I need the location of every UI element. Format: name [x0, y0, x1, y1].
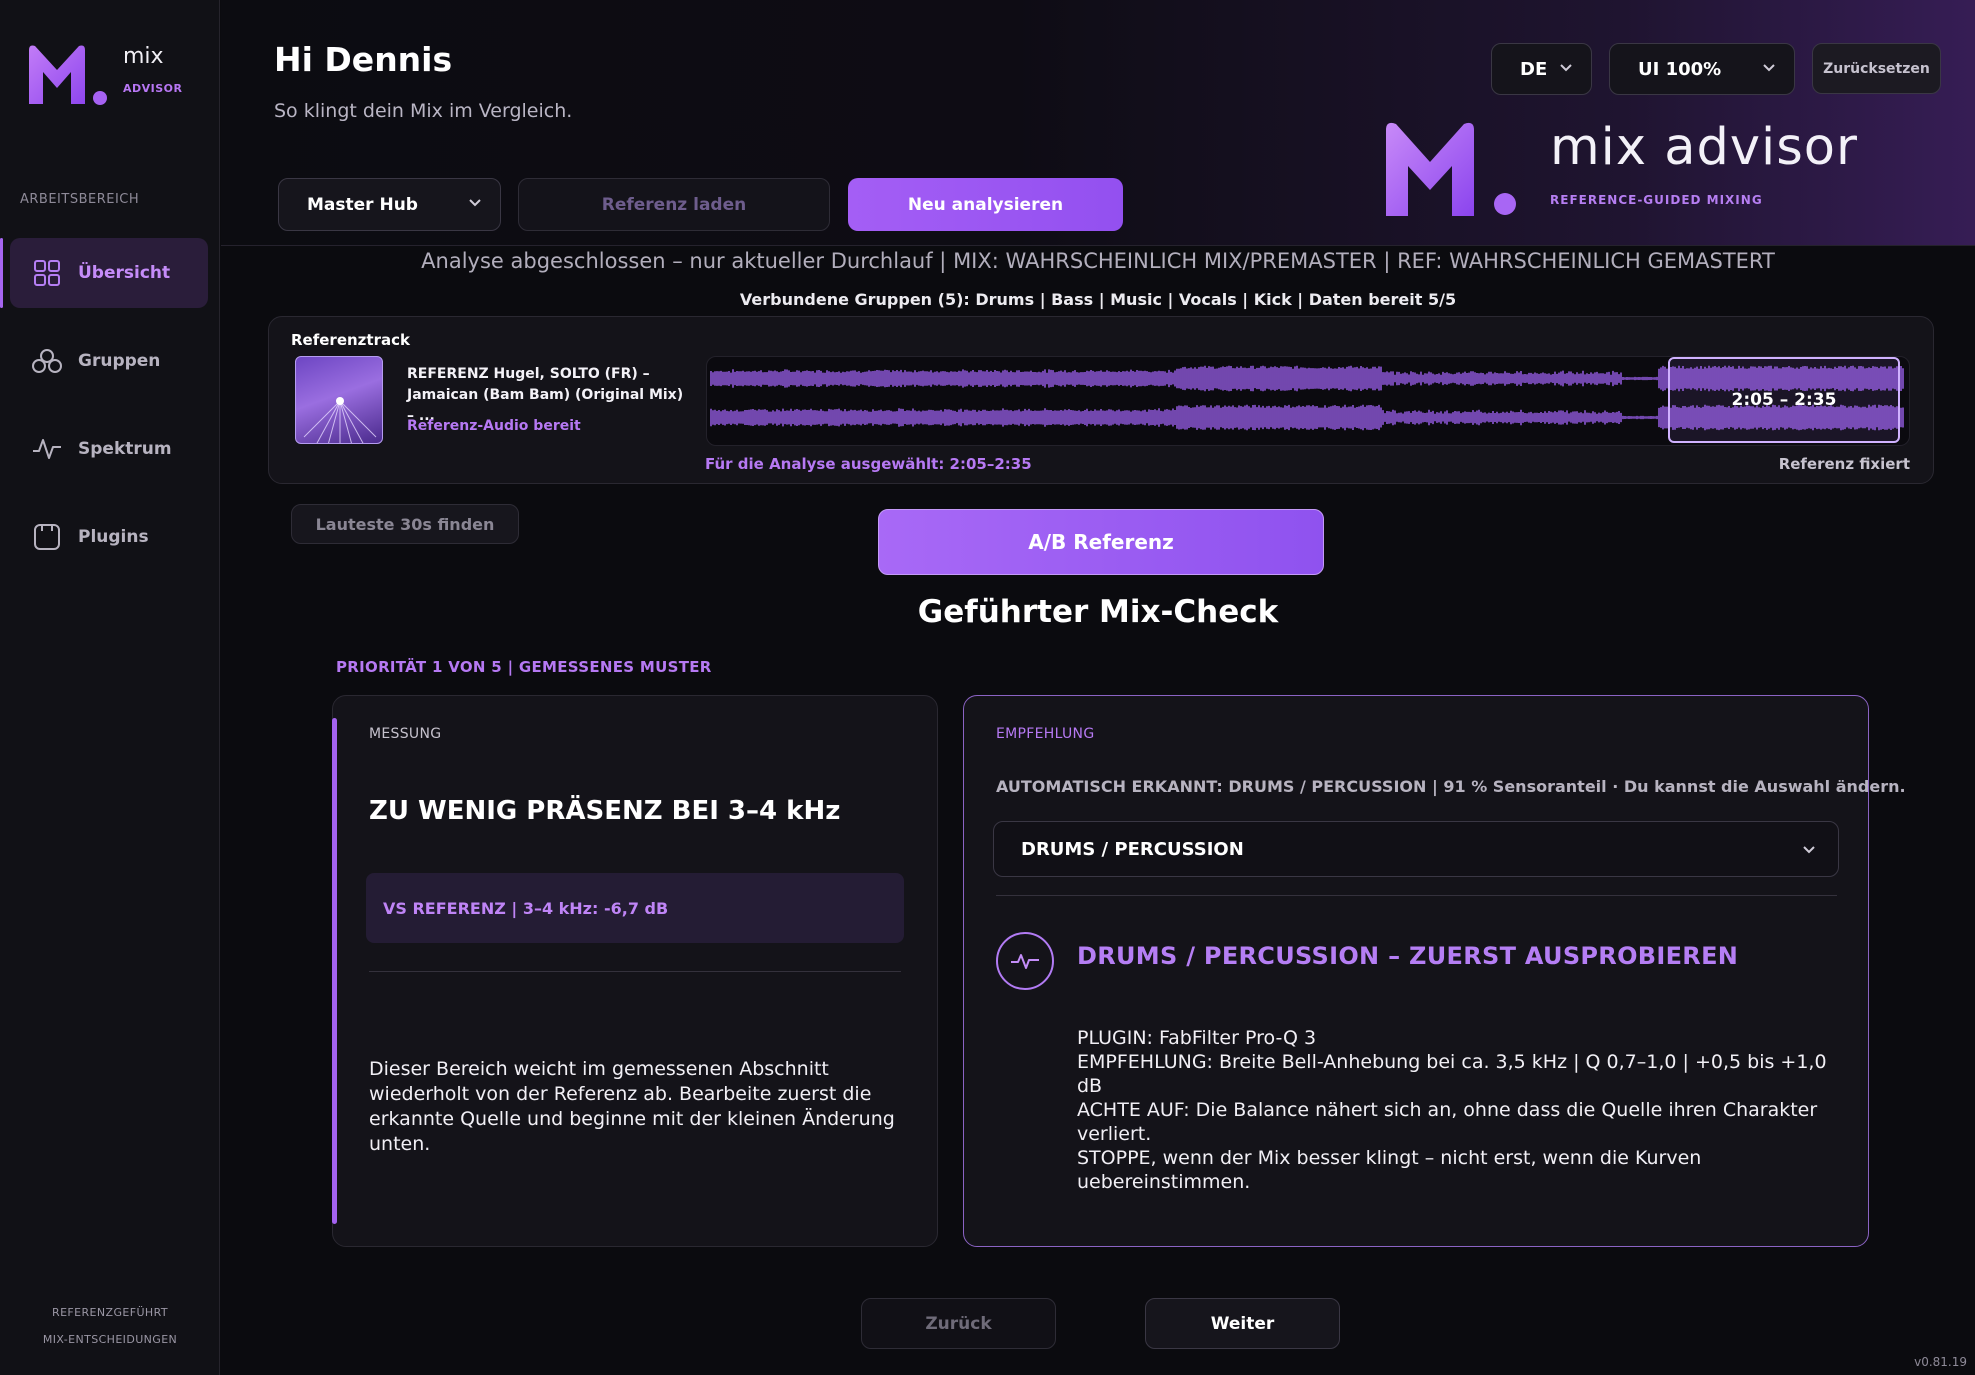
sidebar-item-label: Übersicht [78, 263, 171, 283]
back-button[interactable]: Zurück [861, 1298, 1056, 1349]
recommendation-empfehlung: EMPFEHLUNG: Breite Bell-Anhebung bei ca.… [1077, 1051, 1827, 1097]
measurement-title: ZU WENIG PRÄSENZ BEI 3–4 kHz [369, 796, 841, 826]
language-dropdown[interactable]: DE [1491, 43, 1592, 95]
find-loudest-button[interactable]: Lauteste 30s finden [291, 504, 519, 544]
selection-range-label: 2:05 – 2:35 [1731, 390, 1837, 410]
recommendation-title: DRUMS / PERCUSSION – ZUERST AUSPROBIEREN [1077, 942, 1739, 970]
recommendation-body: PLUGIN: FabFilter Pro-Q 3 EMPFEHLUNG: Br… [1077, 1026, 1837, 1194]
sidebar-section-label: ARBEITSBEREICH [20, 192, 140, 207]
measurement-accent-bar [332, 718, 337, 1224]
ab-reference-button[interactable]: A/B Referenz [878, 509, 1324, 575]
chevron-down-icon [1763, 64, 1775, 72]
sidebar-item-gruppen[interactable]: Gruppen [10, 326, 208, 396]
plugin-icon [32, 522, 62, 552]
greeting: Hi Dennis [274, 40, 453, 79]
priority-label: PRIORITÄT 1 VON 5 | GEMESSENES MUSTER [336, 658, 712, 676]
sidebar-footer-line1: REFERENZGEFÜHRT [52, 1306, 168, 1319]
sidebar-item-label: Spektrum [78, 439, 172, 459]
sidebar-item-uebersicht[interactable]: Übersicht [0, 238, 208, 308]
next-button[interactable]: Weiter [1145, 1298, 1340, 1349]
reset-button[interactable]: Zurücksetzen [1812, 43, 1941, 94]
brand-title: mix advisor [1550, 118, 1858, 177]
divider [369, 971, 901, 972]
reference-ready-status: Referenz-Audio bereit [407, 418, 581, 434]
sidebar-item-plugins[interactable]: Plugins [10, 502, 208, 572]
recommendation-achte: ACHTE AUF: Die Balance nähert sich an, o… [1077, 1099, 1818, 1145]
reanalyze-button[interactable]: Neu analysieren [848, 178, 1123, 231]
master-hub-dropdown[interactable]: Master Hub [278, 178, 501, 231]
source-select[interactable]: DRUMS / PERCUSSION [993, 821, 1839, 877]
guided-check-title: Geführter Mix-Check [917, 594, 1279, 630]
reference-fixed-status: Referenz fixiert [1778, 455, 1910, 473]
auto-detected-note: AUTOMATISCH ERKANNT: DRUMS / PERCUSSION … [996, 777, 1906, 796]
pulse-icon [996, 932, 1054, 990]
recommendation-stoppe: STOPPE, wenn der Mix besser klingt – nic… [1077, 1147, 1702, 1193]
album-cover-image [295, 356, 383, 444]
grid-icon [32, 258, 62, 288]
chevron-down-icon [469, 199, 481, 207]
version-label: v0.81.19 [1914, 1355, 1967, 1369]
sidebar-item-spektrum[interactable]: Spektrum [10, 414, 208, 484]
sidebar-item-label: Gruppen [78, 351, 161, 371]
recommendation-heading: EMPFEHLUNG [996, 726, 1095, 742]
brand-subtitle: REFERENCE-GUIDED MIXING [1550, 193, 1763, 207]
recommendation-plugin: PLUGIN: FabFilter Pro-Q 3 [1077, 1027, 1317, 1049]
logo-word: mix [123, 44, 164, 69]
mix-advisor-brand-logo-icon [1386, 122, 1516, 216]
waveform-icon [32, 434, 62, 464]
selected-for-analysis: Für die Analyse ausgewählt: 2:05–2:35 [705, 455, 1032, 473]
measurement-heading: MESSUNG [369, 726, 442, 742]
measurement-delta-badge: VS REFERENZ | 3–4 kHz: -6,7 dB [366, 873, 904, 943]
chevron-down-icon [1803, 846, 1815, 854]
ui-scale-value: UI 100% [1638, 58, 1722, 80]
sidebar-item-label: Plugins [78, 527, 149, 547]
chevron-down-icon [1560, 64, 1572, 72]
master-hub-label: Master Hub [307, 194, 418, 215]
language-value: DE [1520, 58, 1548, 80]
load-reference-button[interactable]: Referenz laden [518, 178, 830, 231]
ui-scale-dropdown[interactable]: UI 100% [1609, 43, 1795, 95]
sidebar-footer-line2: MIX-ENTSCHEIDUNGEN [42, 1333, 178, 1346]
analysis-status: Analyse abgeschlossen – nur aktueller Du… [421, 249, 1775, 273]
reference-track-label: Referenztrack [291, 331, 410, 349]
connected-groups: Verbundene Gruppen (5): Drums | Bass | M… [739, 290, 1457, 309]
source-select-value: DRUMS / PERCUSSION [1021, 838, 1244, 860]
circles-icon [32, 346, 62, 376]
divider [996, 895, 1837, 896]
greeting-subtitle: So klingt dein Mix im Vergleich. [274, 100, 573, 122]
logo-subtitle: ADVISOR [123, 82, 183, 95]
sidebar: mix ADVISOR ARBEITSBEREICH Übersicht Gru… [0, 0, 220, 1375]
measurement-description: Dieser Bereich weicht im gemessenen Absc… [369, 1058, 895, 1155]
mix-advisor-logo-icon [29, 45, 107, 105]
